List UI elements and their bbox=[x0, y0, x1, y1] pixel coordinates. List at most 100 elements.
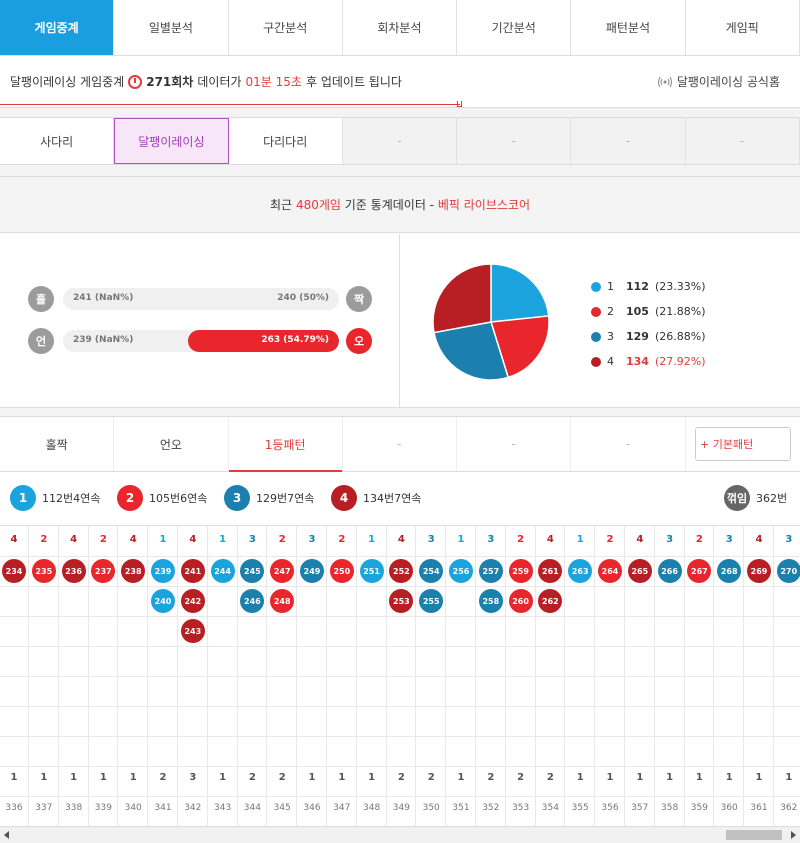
result-ball: 247 bbox=[270, 559, 295, 583]
grid-line bbox=[624, 796, 655, 797]
nav-tab-5[interactable]: 패턴분석 bbox=[571, 0, 686, 55]
grid-column: 2 259 260 2 353 bbox=[505, 526, 536, 826]
grid-line bbox=[684, 616, 715, 617]
result-ball: 259 bbox=[508, 559, 533, 583]
grid-line bbox=[505, 586, 536, 587]
game-tab-1[interactable]: 달팽이레이싱 bbox=[114, 118, 229, 164]
streak-count: 1 bbox=[606, 772, 614, 783]
round-label: 349 bbox=[392, 803, 410, 813]
pattern-tab-2[interactable]: 1등패턴 bbox=[228, 417, 343, 472]
grid-column: 3 245 246 2 344 bbox=[237, 526, 268, 826]
nav-tab-3[interactable]: 회차분석 bbox=[343, 0, 458, 55]
grid-line bbox=[326, 766, 357, 767]
horizontal-scrollbar[interactable] bbox=[0, 826, 800, 843]
nav-tab-1[interactable]: 일별분석 bbox=[114, 0, 229, 55]
result-ball: 269 bbox=[747, 559, 771, 583]
grid-line bbox=[267, 736, 298, 737]
grid-line bbox=[505, 646, 536, 647]
nav-tab-4[interactable]: 기간분석 bbox=[457, 0, 572, 55]
scroll-thumb[interactable] bbox=[726, 830, 782, 840]
column-head: 4 bbox=[70, 534, 78, 545]
info-mid: 데이터가 bbox=[197, 75, 242, 89]
grid-line bbox=[28, 646, 59, 647]
legend-item-4: 4 134 (27.92%) bbox=[591, 349, 706, 374]
grid-line bbox=[714, 796, 745, 797]
streak-count: 2 bbox=[487, 772, 495, 783]
grid-line bbox=[148, 616, 178, 617]
grid-line bbox=[356, 706, 387, 707]
under-badge: 언 bbox=[28, 328, 54, 354]
pie-slice-4 bbox=[432, 263, 492, 334]
column-head: 3 bbox=[487, 534, 495, 545]
game-tab-5: - bbox=[571, 118, 686, 164]
game-tab-0[interactable]: 사다리 bbox=[0, 118, 115, 164]
result-ball: 236 bbox=[61, 559, 86, 583]
pie-chart bbox=[432, 263, 550, 381]
grid-line bbox=[118, 706, 149, 707]
grid-line bbox=[565, 766, 596, 767]
grid-line bbox=[297, 646, 327, 647]
column-head: 3 bbox=[785, 534, 793, 545]
grid-line bbox=[595, 586, 625, 587]
basic-pattern-button[interactable]: + 기본패턴 bbox=[695, 427, 791, 461]
result-ball: 256 bbox=[449, 559, 473, 583]
streak-count: 1 bbox=[338, 772, 346, 783]
grid-line bbox=[535, 586, 566, 587]
grid-line bbox=[356, 736, 387, 737]
grid-line bbox=[207, 706, 238, 707]
grid-line bbox=[565, 796, 596, 797]
round-label: 341 bbox=[154, 803, 172, 813]
round-label: 357 bbox=[631, 803, 649, 813]
pattern-tab-0[interactable]: 홀짝 bbox=[0, 417, 115, 471]
grid-line bbox=[58, 616, 89, 617]
result-ball: 242 bbox=[180, 589, 205, 613]
grid-line bbox=[0, 676, 29, 677]
grid-line bbox=[28, 706, 59, 707]
legend-dot bbox=[591, 281, 601, 292]
nav-tab-0[interactable]: 게임중계 bbox=[0, 0, 115, 55]
nav-tab-2[interactable]: 구간분석 bbox=[229, 0, 343, 55]
scroll-left-icon[interactable] bbox=[4, 831, 9, 839]
grid-line bbox=[654, 766, 685, 767]
result-ball: 265 bbox=[627, 559, 652, 583]
column-head: 4 bbox=[397, 534, 405, 545]
grid-line bbox=[118, 766, 149, 767]
round-label: 356 bbox=[601, 803, 619, 813]
result-ball: 254 bbox=[419, 559, 444, 583]
grid-line bbox=[326, 706, 357, 707]
grid-line bbox=[565, 616, 596, 617]
scroll-right-icon[interactable] bbox=[791, 831, 796, 839]
grid-line bbox=[0, 556, 29, 557]
result-ball: 245 bbox=[240, 559, 265, 583]
nav-tab-6[interactable]: 게임픽 bbox=[686, 0, 800, 55]
round-label: 345 bbox=[273, 803, 291, 813]
legend-dot bbox=[591, 306, 601, 317]
round-label: 337 bbox=[35, 803, 53, 813]
official-link-label: 달팽이레이싱 공식홈 bbox=[676, 75, 780, 89]
game-tab-2[interactable]: 다리다리 bbox=[229, 118, 343, 164]
over-badge: 오 bbox=[346, 328, 372, 354]
grid-line bbox=[684, 736, 715, 737]
pattern-tab-1[interactable]: 언오 bbox=[114, 417, 229, 471]
over-fill: 263 (54.79%) bbox=[187, 330, 339, 352]
result-ball: 270 bbox=[776, 559, 800, 583]
grid-line bbox=[475, 766, 506, 767]
grid-line bbox=[148, 586, 178, 587]
grid-line bbox=[28, 556, 59, 557]
grid-line bbox=[326, 556, 357, 557]
grid-line bbox=[237, 556, 268, 557]
grid-line bbox=[535, 706, 566, 707]
official-link[interactable]: 달팽이레이싱 공식홈 bbox=[657, 73, 780, 90]
stats-head-mid: 기준 통계데이터 - bbox=[344, 198, 435, 212]
legend-label: 2 bbox=[607, 305, 614, 318]
column-head: 2 bbox=[606, 534, 614, 545]
odd-even-stats: 홀 241 (NaN%) 240 (50%) 짝 언 239 (NaN%) 26… bbox=[0, 234, 400, 408]
streak-badge: 1 bbox=[10, 485, 36, 511]
grid-line bbox=[714, 616, 745, 617]
grid-line bbox=[88, 646, 119, 647]
column-head: 3 bbox=[308, 534, 316, 545]
grid-line bbox=[565, 646, 596, 647]
grid-line bbox=[58, 586, 89, 587]
grid-column: 1 263 1 355 bbox=[565, 526, 596, 826]
under-over-bar: 239 (NaN%) 263 (54.79%) bbox=[63, 330, 339, 352]
